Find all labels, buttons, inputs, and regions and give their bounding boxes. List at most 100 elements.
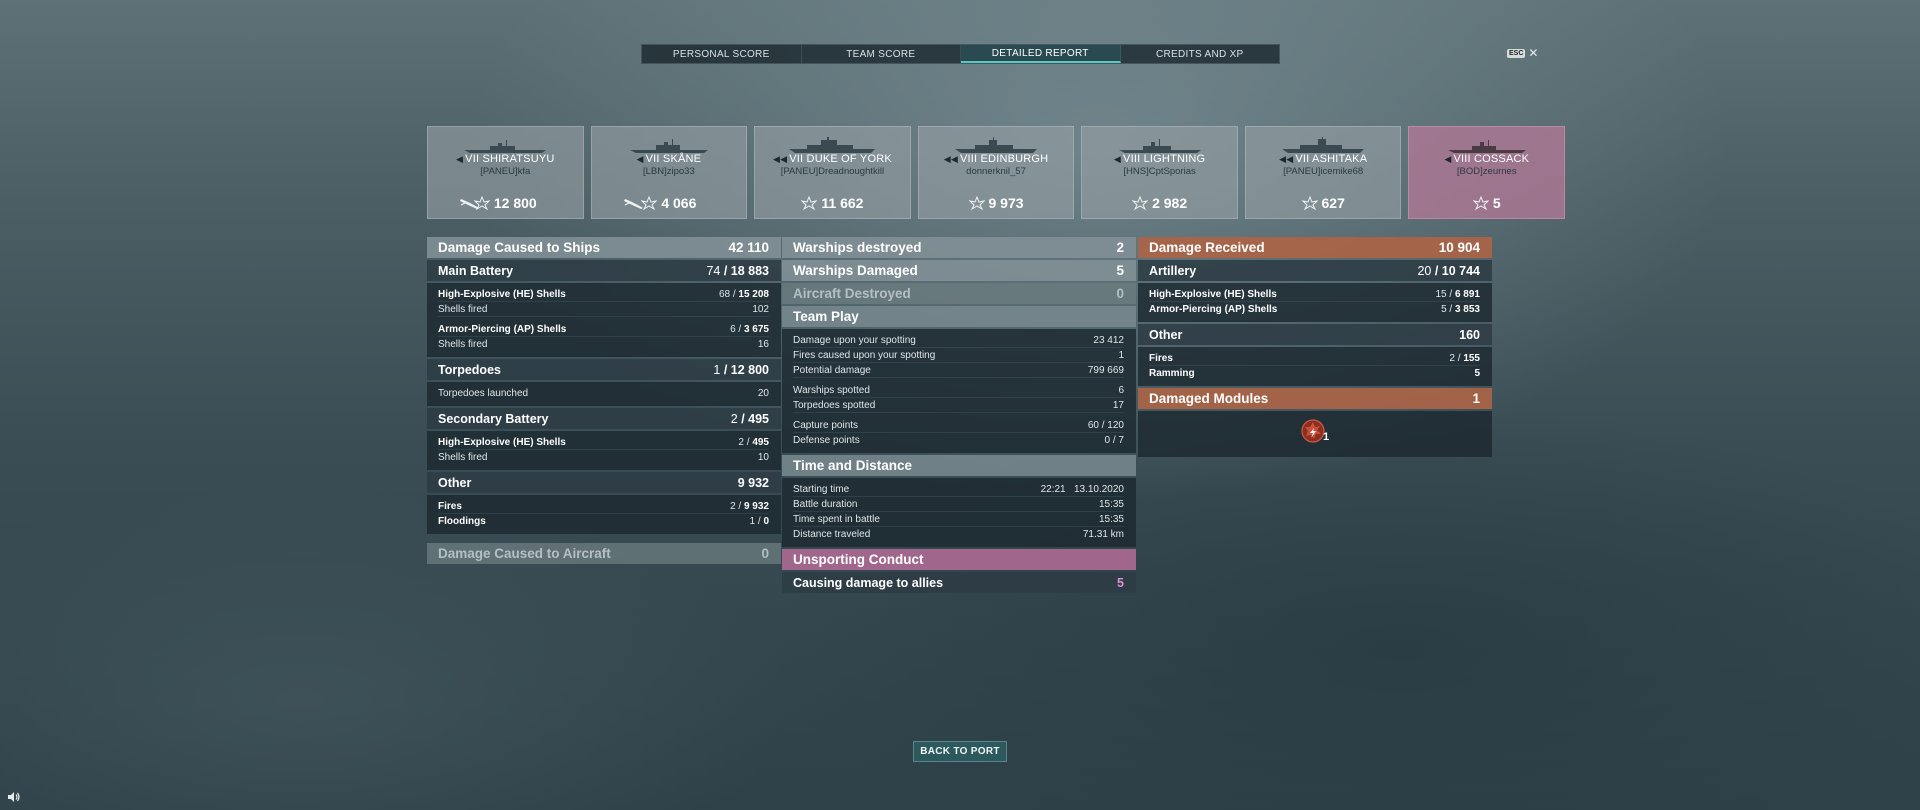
ship-card[interactable]: ◀ VII SHIRATSUYU [PANEU]kfa 12 800	[427, 126, 584, 219]
tab-detailed-report[interactable]: DETAILED REPORT	[961, 45, 1121, 63]
ship-score: 11 662	[821, 195, 864, 211]
stat-row: Potential damage 799 669	[793, 363, 1124, 378]
destroyer-silhouette-icon	[1118, 139, 1201, 153]
stat-row: Battle duration 15:35	[793, 497, 1124, 512]
damage-icon	[1301, 196, 1318, 210]
hits-value: 74	[706, 263, 721, 278]
player-name: [PANEU]kfa	[480, 166, 531, 177]
ship-card[interactable]: ◀◀ VII DUKE OF YORK [PANEU]Dreadnoughtkil…	[754, 126, 911, 219]
player-name: [HNS]CptSporias	[1123, 166, 1196, 177]
ship-card[interactable]: ◀ VIII LIGHTNING [HNS]CptSporias 2 982	[1081, 126, 1238, 219]
time-distance-details: Starting time 22:21 13.10.2020 Battle dur…	[782, 478, 1136, 547]
main-battery-details: High-Explosive (HE) Shells 68 / 15 208 Sh…	[427, 283, 781, 357]
stat-row: Defense points 0 / 7	[793, 435, 1124, 446]
ship-card[interactable]: ◀◀ VIII EDINBURGH donnerknil_57 9 973	[917, 126, 1075, 219]
player-name: [PANEU]Dreadnoughtkill	[780, 166, 885, 177]
damage-icon	[1472, 196, 1489, 210]
destroyer-silhouette-icon	[629, 139, 708, 153]
damage-icon	[801, 196, 818, 210]
back-to-port-button[interactable]: BACK TO PORT	[913, 741, 1007, 762]
artillery-details: High-Explosive (HE) Shells 15 / 6 891 Arm…	[1138, 283, 1492, 322]
destroyer-silhouette-icon	[464, 140, 547, 153]
class-icon: ◀◀	[773, 154, 788, 164]
stat-row: Armor-Piercing (AP) Shells 5 / 3 853	[1149, 304, 1480, 315]
damaged-modules-area: 1	[1138, 411, 1492, 457]
causing-damage-allies-row: Causing damage to allies 5	[782, 572, 1136, 593]
ship-card-enemy[interactable]: ◀ VIII COSSACK [BOD]zeurnes 5	[1408, 126, 1566, 219]
cruiser-silhouette-icon	[955, 137, 1038, 153]
torpedoes-details: Torpedoes launched 20	[427, 382, 781, 406]
class-icon: ◀	[636, 154, 644, 164]
class-icon: ◀◀	[1279, 154, 1294, 164]
team-play-header: Team Play	[782, 306, 1136, 327]
main-battery-row: Main Battery 74 / 18 883	[427, 260, 781, 281]
ship-name: VII DUKE OF YORK	[789, 153, 892, 165]
ship-card[interactable]: ◀ VII SKÅNE [LBN]zipo33 4 066	[590, 126, 748, 219]
unsporting-conduct-header: Unsporting Conduct	[782, 549, 1136, 570]
other-received-row: Other 160	[1138, 324, 1492, 345]
damage-icon	[1132, 196, 1149, 210]
other-received-details: Fires 2 / 155 Ramming 5	[1138, 347, 1492, 386]
stat-row: Armor-Piercing (AP) Shells 6 / 3 675	[438, 322, 769, 337]
stat-row: Ramming 5	[1149, 368, 1480, 379]
ship-score: 627	[1321, 195, 1345, 211]
cruiser-silhouette-icon	[1282, 137, 1365, 153]
stat-row: Floodings 1 / 0	[438, 516, 769, 527]
aircraft-destroyed-header: Aircraft Destroyed 0	[782, 283, 1136, 304]
secondary-battery-row: Secondary Battery 2 / 495	[427, 408, 781, 429]
stat-row: Damage upon your spotting 23 412	[793, 333, 1124, 348]
ship-score: 9 973	[988, 195, 1024, 211]
torpedoes-row: Torpedoes 1 / 12 800	[427, 359, 781, 380]
damage-icon	[473, 196, 490, 210]
ship-name: VII SHIRATSUYU	[465, 153, 555, 165]
ship-name: VII SKÅNE	[645, 153, 702, 165]
stat-row: High-Explosive (HE) Shells 2 / 495	[438, 435, 769, 450]
row-label: Main Battery	[438, 263, 514, 278]
close-icon: ✕	[1528, 46, 1539, 60]
damage-caused-header: Damage Caused to Ships 42 110	[427, 237, 781, 258]
ship-card[interactable]: ◀◀ VII ASHITAKA [PANEU]icemike68 627	[1244, 126, 1402, 219]
damage-received-panel: Damage Received 10 904 Artillery 20 / 10 …	[1138, 237, 1492, 457]
ship-score: 4 066	[661, 195, 697, 211]
damage-value: 18 883	[730, 263, 769, 278]
stat-row: Starting time 22:21 13.10.2020	[793, 482, 1124, 497]
stat-row: Shells fired 16	[438, 339, 769, 350]
tab-team-score[interactable]: TEAM SCORE	[802, 45, 961, 63]
player-name: [PANEU]icemike68	[1283, 166, 1364, 177]
stat-row: High-Explosive (HE) Shells 15 / 6 891	[1149, 287, 1480, 302]
secondary-details: High-Explosive (HE) Shells 2 / 495 Shells…	[427, 431, 781, 470]
section-total: 42 110	[728, 240, 769, 255]
class-icon: ◀	[456, 154, 464, 164]
sound-icon[interactable]	[7, 791, 21, 803]
ship-name: VIII COSSACK	[1453, 153, 1530, 165]
artillery-row: Artillery 20 / 10 744	[1138, 260, 1492, 281]
stat-row: Fires caused upon your spotting 1	[793, 348, 1124, 363]
ship-name: VIII EDINBURGH	[959, 153, 1049, 165]
section-title: Damage Caused to Ships	[438, 240, 601, 255]
damage-caused-panel: Damage Caused to Ships 42 110 Main Batte…	[427, 237, 781, 566]
stat-row: Shells fired 102	[438, 302, 769, 317]
stat-row: Fires 2 / 9 932	[438, 499, 769, 514]
stat-row: High-Explosive (HE) Shells 68 / 15 208	[438, 287, 769, 302]
esc-key-icon: ESC	[1507, 48, 1526, 58]
damage-received-header: Damage Received 10 904	[1138, 237, 1492, 258]
team-play-details: Damage upon your spotting 23 412 Fires ca…	[782, 329, 1136, 453]
ship-score: 5	[1492, 195, 1501, 211]
player-name: donnerknil_57	[966, 166, 1026, 177]
ship-name: VIII LIGHTNING	[1123, 153, 1206, 165]
ship-cards: ◀ VII SHIRATSUYU [PANEU]kfa 12 800 ◀ VII S…	[427, 126, 1566, 219]
damage-icon	[641, 196, 658, 210]
report-tabs: PERSONAL SCORE TEAM SCORE DETAILED REPOR…	[641, 44, 1280, 64]
warships-destroyed-header: Warships destroyed 2	[782, 237, 1136, 258]
close-button[interactable]: ESC ✕	[1507, 46, 1538, 60]
class-icon: ◀◀	[943, 154, 958, 164]
other-damage-row: Other 9 932	[427, 472, 781, 493]
ship-score: 2 982	[1152, 195, 1188, 211]
aircraft-damage-header: Damage Caused to Aircraft 0	[427, 543, 781, 564]
battleship-silhouette-icon	[789, 137, 876, 153]
ship-name: VII ASHITAKA	[1295, 153, 1368, 165]
tab-personal-score[interactable]: PERSONAL SCORE	[642, 45, 802, 63]
stat-row: Shells fired 10	[438, 452, 769, 463]
player-name: [LBN]zipo33	[642, 166, 695, 177]
tab-credits-and-xp[interactable]: CREDITS AND XP	[1121, 45, 1280, 63]
